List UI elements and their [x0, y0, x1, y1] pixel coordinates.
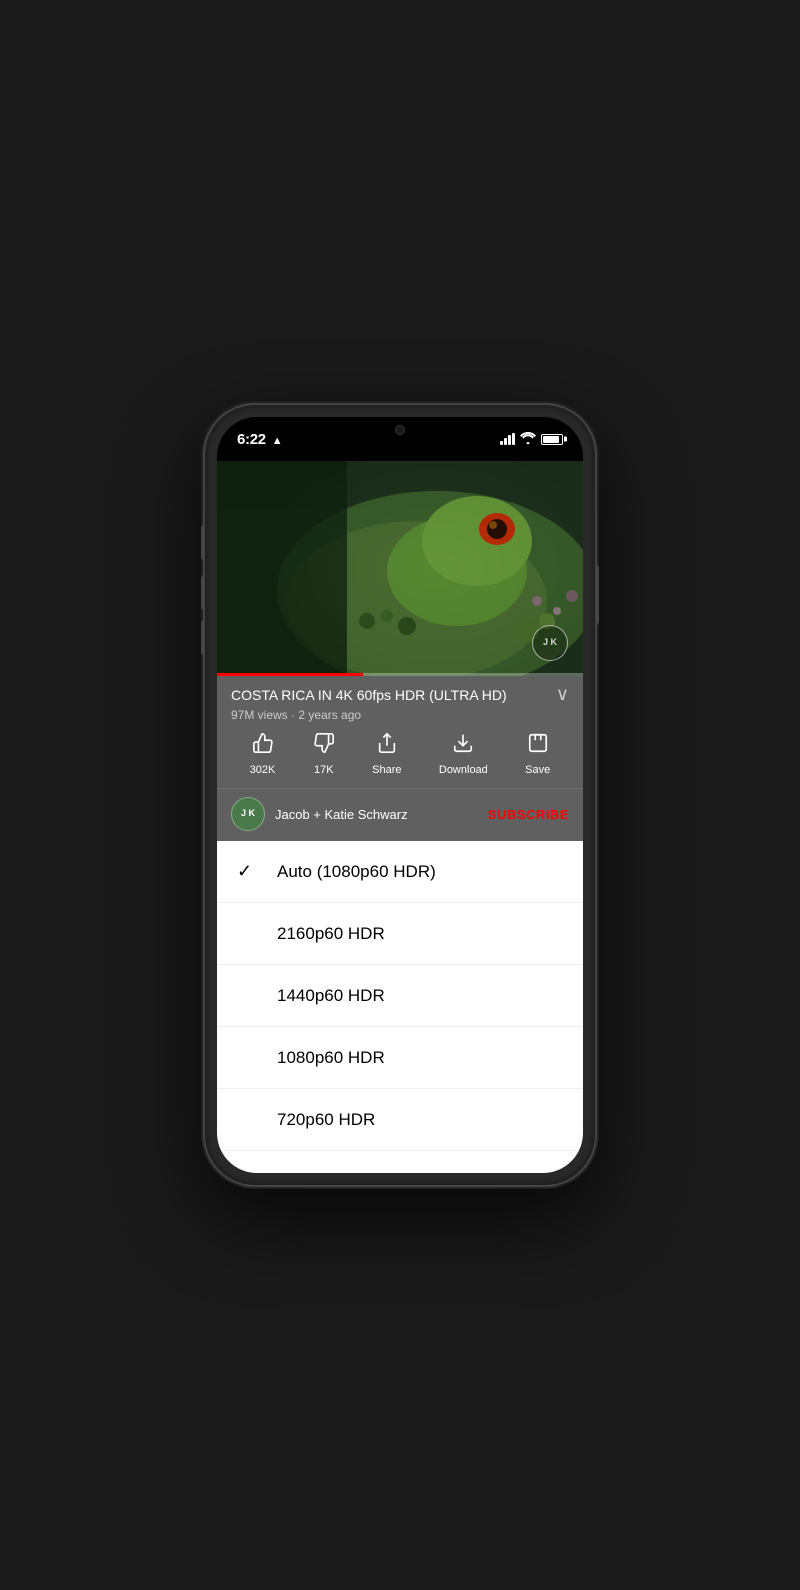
status-icons [500, 432, 563, 447]
dislike-count: 17K [314, 764, 334, 776]
share-label: Share [372, 764, 401, 776]
subscribe-button[interactable]: SUBSCRIBE [488, 807, 569, 822]
quality-item-480p[interactable]: 480p60 HDR [217, 1151, 583, 1173]
download-label: Download [439, 764, 488, 776]
share-icon [376, 732, 398, 760]
quality-item-2160p[interactable]: 2160p60 HDR [217, 903, 583, 965]
quality-item-auto[interactable]: ✓ Auto (1080p60 HDR) [217, 841, 583, 903]
status-time: 6:22 ▲ [237, 431, 282, 448]
video-meta: 97M views · 2 years ago [231, 708, 569, 722]
quality-item-720p[interactable]: 720p60 HDR [217, 1089, 583, 1151]
quality-label-1080p: 1080p60 HDR [277, 1048, 385, 1068]
channel-name[interactable]: Jacob + Katie Schwarz [275, 807, 488, 822]
save-icon [527, 732, 549, 760]
video-title: COSTA RICA IN 4K 60fps HDR (ULTRA HD) [231, 686, 548, 704]
save-button[interactable]: Save [525, 732, 550, 776]
quality-item-1440p[interactable]: 1440p60 HDR [217, 965, 583, 1027]
chevron-down-icon[interactable]: ∨ [556, 684, 569, 705]
quality-sheet: ✓ Auto (1080p60 HDR) 2160p60 HDR 1440p60… [217, 841, 583, 1173]
channel-row: J K Jacob + Katie Schwarz SUBSCRIBE [217, 788, 583, 841]
quality-item-1080p[interactable]: 1080p60 HDR [217, 1027, 583, 1089]
frog-illustration [217, 461, 583, 676]
dislike-button[interactable]: 17K [313, 732, 335, 776]
share-button[interactable]: Share [372, 732, 401, 776]
like-count: 302K [250, 764, 276, 776]
quality-label-720p: 720p60 HDR [277, 1110, 375, 1130]
battery-icon [541, 434, 563, 445]
video-info-section: COSTA RICA IN 4K 60fps HDR (ULTRA HD) ∨ … [217, 676, 583, 788]
status-bar: 6:22 ▲ [217, 417, 583, 461]
quality-label-480p: 480p60 HDR [277, 1172, 375, 1174]
phone-screen: 6:22 ▲ [217, 417, 583, 1173]
channel-logo-video: J K [532, 625, 568, 661]
quality-label-2160p: 2160p60 HDR [277, 924, 385, 944]
action-buttons: 302K 17K [231, 722, 569, 788]
video-thumbnail[interactable]: J K [217, 461, 583, 676]
thumb-down-icon [313, 732, 335, 760]
like-button[interactable]: 302K [250, 732, 276, 776]
thumb-up-icon [252, 732, 274, 760]
video-age: 2 years ago [298, 708, 361, 722]
quality-label-1440p: 1440p60 HDR [277, 986, 385, 1006]
download-icon [452, 732, 474, 760]
download-button[interactable]: Download [439, 732, 488, 776]
quality-label-auto: Auto (1080p60 HDR) [277, 862, 436, 882]
view-count: 97M views [231, 708, 288, 722]
progress-fill [217, 673, 363, 676]
notch [335, 417, 465, 445]
camera-dot [395, 425, 405, 435]
signal-icon [500, 433, 515, 445]
quality-list: ✓ Auto (1080p60 HDR) 2160p60 HDR 1440p60… [217, 841, 583, 1173]
save-label: Save [525, 764, 550, 776]
channel-avatar[interactable]: J K [231, 797, 265, 831]
check-icon: ✓ [237, 861, 277, 882]
progress-bar[interactable] [217, 673, 583, 676]
phone-device: 6:22 ▲ [205, 405, 595, 1185]
wifi-icon [520, 432, 536, 447]
location-icon: ▲ [272, 435, 283, 447]
